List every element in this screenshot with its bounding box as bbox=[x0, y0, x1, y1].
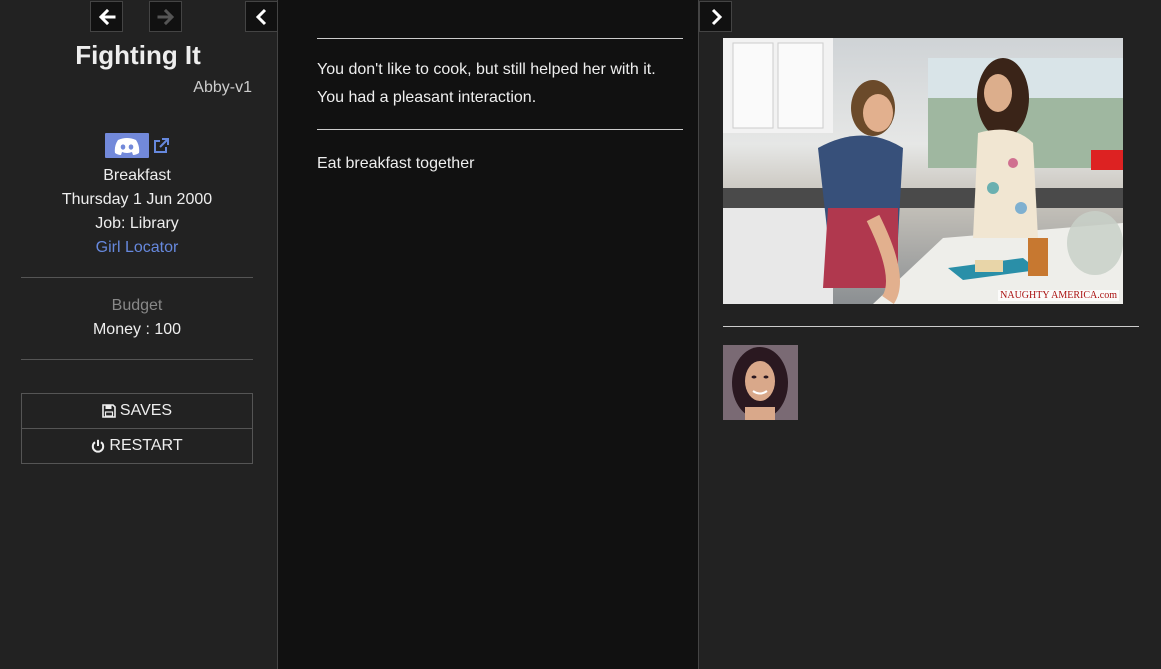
collapse-right-panel-button[interactable] bbox=[699, 1, 732, 32]
arrow-left-icon bbox=[98, 8, 115, 25]
portrait-illustration bbox=[723, 345, 798, 420]
passage-bottom-rule bbox=[317, 129, 683, 130]
story-title: Fighting It bbox=[75, 40, 201, 70]
eat-breakfast-link[interactable]: Eat breakfast together bbox=[317, 155, 474, 172]
girl-locator-link[interactable]: Girl Locator bbox=[96, 239, 179, 256]
money-value: Money : 100 bbox=[92, 321, 182, 338]
right-panel-divider bbox=[723, 326, 1139, 327]
story-subtitle: Abby-v1 bbox=[193, 79, 252, 96]
power-icon bbox=[92, 439, 105, 453]
floppy-disk-icon bbox=[102, 404, 116, 418]
divider bbox=[21, 277, 253, 278]
watermark: NAUGHTY AMERICA.com bbox=[998, 290, 1119, 301]
arrow-right-icon bbox=[157, 8, 174, 25]
restart-button[interactable]: RESTART bbox=[21, 428, 253, 464]
character-portrait[interactable] bbox=[723, 345, 798, 420]
ui-bar: Fighting It Abby-v1 Breakfast Thursday 1… bbox=[0, 0, 278, 669]
chevron-left-icon bbox=[255, 8, 266, 25]
discord-icon[interactable] bbox=[105, 133, 149, 158]
passage: You don't like to cook, but still helped… bbox=[317, 38, 683, 178]
chevron-right-icon bbox=[711, 8, 722, 25]
budget-heading: Budget bbox=[111, 297, 163, 314]
divider bbox=[21, 359, 253, 360]
saves-button[interactable]: SAVES bbox=[21, 393, 253, 429]
time-of-day: Breakfast bbox=[103, 167, 171, 184]
job-status: Job: Library bbox=[95, 215, 179, 232]
restart-label: RESTART bbox=[109, 437, 183, 454]
girl-locator-row: Girl Locator bbox=[0, 239, 274, 257]
choice-row: Eat breakfast together bbox=[317, 150, 683, 178]
passage-line: You don't like to cook, but still helped… bbox=[317, 61, 656, 78]
passage-body: You don't like to cook, but still helped… bbox=[317, 39, 683, 112]
scene-image: NAUGHTY AMERICA.com bbox=[723, 38, 1123, 304]
current-date: Thursday 1 Jun 2000 bbox=[61, 191, 213, 208]
history-forward-button[interactable] bbox=[149, 1, 182, 32]
kitchen-scene-illustration bbox=[723, 38, 1123, 304]
history-back-button[interactable] bbox=[90, 1, 123, 32]
collapse-sidebar-button[interactable] bbox=[245, 1, 278, 32]
passage-line: You had a pleasant interaction. bbox=[317, 89, 537, 106]
external-link-icon[interactable] bbox=[153, 137, 170, 154]
discord-link[interactable] bbox=[105, 133, 170, 158]
right-panel: NAUGHTY AMERICA.com bbox=[698, 0, 1161, 669]
saves-label: SAVES bbox=[119, 402, 173, 419]
